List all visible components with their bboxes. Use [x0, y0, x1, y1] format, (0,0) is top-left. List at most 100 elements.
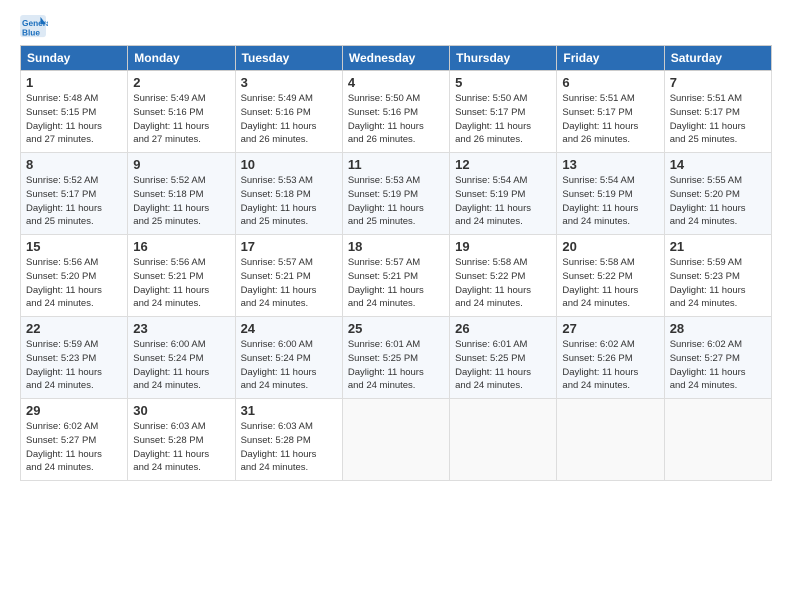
day-cell: 15 Sunrise: 5:56 AMSunset: 5:20 PMDaylig… [21, 235, 128, 317]
week-row-4: 22 Sunrise: 5:59 AMSunset: 5:23 PMDaylig… [21, 317, 772, 399]
day-cell: 24 Sunrise: 6:00 AMSunset: 5:24 PMDaylig… [235, 317, 342, 399]
day-detail: Sunrise: 5:58 AMSunset: 5:22 PMDaylight:… [562, 256, 658, 311]
day-number: 12 [455, 157, 551, 172]
day-detail: Sunrise: 5:50 AMSunset: 5:17 PMDaylight:… [455, 92, 551, 147]
day-detail: Sunrise: 6:03 AMSunset: 5:28 PMDaylight:… [133, 420, 229, 475]
day-detail: Sunrise: 6:02 AMSunset: 5:26 PMDaylight:… [562, 338, 658, 393]
day-number: 23 [133, 321, 229, 336]
day-detail: Sunrise: 6:01 AMSunset: 5:25 PMDaylight:… [455, 338, 551, 393]
day-cell: 5 Sunrise: 5:50 AMSunset: 5:17 PMDayligh… [450, 71, 557, 153]
day-cell: 21 Sunrise: 5:59 AMSunset: 5:23 PMDaylig… [664, 235, 771, 317]
day-number: 19 [455, 239, 551, 254]
day-detail: Sunrise: 5:48 AMSunset: 5:15 PMDaylight:… [26, 92, 122, 147]
day-cell: 13 Sunrise: 5:54 AMSunset: 5:19 PMDaylig… [557, 153, 664, 235]
day-cell: 30 Sunrise: 6:03 AMSunset: 5:28 PMDaylig… [128, 399, 235, 481]
day-detail: Sunrise: 5:56 AMSunset: 5:21 PMDaylight:… [133, 256, 229, 311]
day-number: 26 [455, 321, 551, 336]
week-row-2: 8 Sunrise: 5:52 AMSunset: 5:17 PMDayligh… [21, 153, 772, 235]
day-cell: 7 Sunrise: 5:51 AMSunset: 5:17 PMDayligh… [664, 71, 771, 153]
day-detail: Sunrise: 5:49 AMSunset: 5:16 PMDaylight:… [133, 92, 229, 147]
col-header-wednesday: Wednesday [342, 46, 449, 71]
day-detail: Sunrise: 5:51 AMSunset: 5:17 PMDaylight:… [562, 92, 658, 147]
day-number: 10 [241, 157, 337, 172]
day-detail: Sunrise: 6:01 AMSunset: 5:25 PMDaylight:… [348, 338, 444, 393]
day-number: 8 [26, 157, 122, 172]
day-cell: 4 Sunrise: 5:50 AMSunset: 5:16 PMDayligh… [342, 71, 449, 153]
day-cell [664, 399, 771, 481]
day-detail: Sunrise: 5:52 AMSunset: 5:18 PMDaylight:… [133, 174, 229, 229]
col-header-monday: Monday [128, 46, 235, 71]
day-cell: 1 Sunrise: 5:48 AMSunset: 5:15 PMDayligh… [21, 71, 128, 153]
day-number: 6 [562, 75, 658, 90]
day-cell: 12 Sunrise: 5:54 AMSunset: 5:19 PMDaylig… [450, 153, 557, 235]
day-number: 3 [241, 75, 337, 90]
day-number: 2 [133, 75, 229, 90]
day-number: 9 [133, 157, 229, 172]
day-cell [342, 399, 449, 481]
day-detail: Sunrise: 5:57 AMSunset: 5:21 PMDaylight:… [348, 256, 444, 311]
day-cell [450, 399, 557, 481]
day-cell: 16 Sunrise: 5:56 AMSunset: 5:21 PMDaylig… [128, 235, 235, 317]
day-number: 7 [670, 75, 766, 90]
day-number: 1 [26, 75, 122, 90]
day-cell: 14 Sunrise: 5:55 AMSunset: 5:20 PMDaylig… [664, 153, 771, 235]
day-detail: Sunrise: 5:57 AMSunset: 5:21 PMDaylight:… [241, 256, 337, 311]
calendar-table: SundayMondayTuesdayWednesdayThursdayFrid… [20, 45, 772, 481]
day-number: 17 [241, 239, 337, 254]
day-detail: Sunrise: 5:55 AMSunset: 5:20 PMDaylight:… [670, 174, 766, 229]
day-cell: 9 Sunrise: 5:52 AMSunset: 5:18 PMDayligh… [128, 153, 235, 235]
day-number: 28 [670, 321, 766, 336]
day-detail: Sunrise: 6:02 AMSunset: 5:27 PMDaylight:… [670, 338, 766, 393]
day-cell: 29 Sunrise: 6:02 AMSunset: 5:27 PMDaylig… [21, 399, 128, 481]
col-header-tuesday: Tuesday [235, 46, 342, 71]
day-cell: 2 Sunrise: 5:49 AMSunset: 5:16 PMDayligh… [128, 71, 235, 153]
day-cell: 18 Sunrise: 5:57 AMSunset: 5:21 PMDaylig… [342, 235, 449, 317]
day-number: 14 [670, 157, 766, 172]
day-cell [557, 399, 664, 481]
day-cell: 22 Sunrise: 5:59 AMSunset: 5:23 PMDaylig… [21, 317, 128, 399]
day-number: 20 [562, 239, 658, 254]
day-detail: Sunrise: 5:50 AMSunset: 5:16 PMDaylight:… [348, 92, 444, 147]
day-cell: 17 Sunrise: 5:57 AMSunset: 5:21 PMDaylig… [235, 235, 342, 317]
week-row-5: 29 Sunrise: 6:02 AMSunset: 5:27 PMDaylig… [21, 399, 772, 481]
day-detail: Sunrise: 5:59 AMSunset: 5:23 PMDaylight:… [26, 338, 122, 393]
day-number: 31 [241, 403, 337, 418]
day-number: 25 [348, 321, 444, 336]
logo-icon: General Blue [20, 15, 48, 39]
day-detail: Sunrise: 5:51 AMSunset: 5:17 PMDaylight:… [670, 92, 766, 147]
logo: General Blue [20, 15, 51, 39]
day-number: 13 [562, 157, 658, 172]
day-detail: Sunrise: 5:58 AMSunset: 5:22 PMDaylight:… [455, 256, 551, 311]
day-cell: 6 Sunrise: 5:51 AMSunset: 5:17 PMDayligh… [557, 71, 664, 153]
day-cell: 8 Sunrise: 5:52 AMSunset: 5:17 PMDayligh… [21, 153, 128, 235]
day-detail: Sunrise: 5:53 AMSunset: 5:18 PMDaylight:… [241, 174, 337, 229]
day-number: 18 [348, 239, 444, 254]
day-number: 11 [348, 157, 444, 172]
day-cell: 3 Sunrise: 5:49 AMSunset: 5:16 PMDayligh… [235, 71, 342, 153]
day-cell: 31 Sunrise: 6:03 AMSunset: 5:28 PMDaylig… [235, 399, 342, 481]
day-number: 5 [455, 75, 551, 90]
col-header-sunday: Sunday [21, 46, 128, 71]
day-number: 30 [133, 403, 229, 418]
day-detail: Sunrise: 5:49 AMSunset: 5:16 PMDaylight:… [241, 92, 337, 147]
day-cell: 19 Sunrise: 5:58 AMSunset: 5:22 PMDaylig… [450, 235, 557, 317]
day-number: 15 [26, 239, 122, 254]
col-header-friday: Friday [557, 46, 664, 71]
day-cell: 20 Sunrise: 5:58 AMSunset: 5:22 PMDaylig… [557, 235, 664, 317]
day-number: 24 [241, 321, 337, 336]
day-detail: Sunrise: 6:03 AMSunset: 5:28 PMDaylight:… [241, 420, 337, 475]
day-detail: Sunrise: 6:02 AMSunset: 5:27 PMDaylight:… [26, 420, 122, 475]
day-detail: Sunrise: 5:53 AMSunset: 5:19 PMDaylight:… [348, 174, 444, 229]
day-number: 16 [133, 239, 229, 254]
day-cell: 11 Sunrise: 5:53 AMSunset: 5:19 PMDaylig… [342, 153, 449, 235]
day-detail: Sunrise: 5:54 AMSunset: 5:19 PMDaylight:… [562, 174, 658, 229]
svg-text:Blue: Blue [22, 27, 40, 37]
day-detail: Sunrise: 5:54 AMSunset: 5:19 PMDaylight:… [455, 174, 551, 229]
col-header-saturday: Saturday [664, 46, 771, 71]
day-detail: Sunrise: 5:59 AMSunset: 5:23 PMDaylight:… [670, 256, 766, 311]
day-number: 21 [670, 239, 766, 254]
day-cell: 28 Sunrise: 6:02 AMSunset: 5:27 PMDaylig… [664, 317, 771, 399]
day-number: 4 [348, 75, 444, 90]
day-detail: Sunrise: 5:56 AMSunset: 5:20 PMDaylight:… [26, 256, 122, 311]
day-cell: 25 Sunrise: 6:01 AMSunset: 5:25 PMDaylig… [342, 317, 449, 399]
